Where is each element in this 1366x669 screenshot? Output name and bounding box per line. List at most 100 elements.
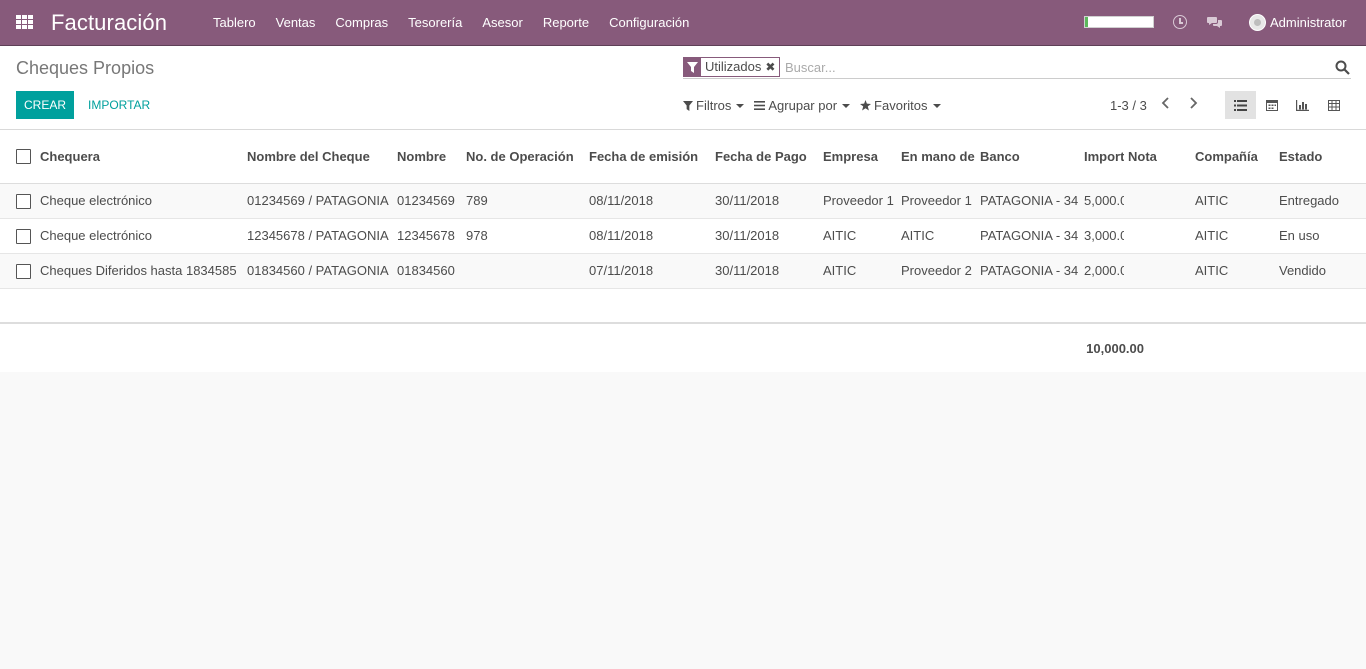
main-menu: Tablero Ventas Compras Tesorería Asesor … xyxy=(203,0,699,46)
star-icon xyxy=(860,100,872,111)
pager-previous-icon[interactable] xyxy=(1161,96,1175,112)
list-bars-icon xyxy=(754,101,766,110)
cell-chequera: Cheque electrónico xyxy=(36,218,243,254)
cell-operacion: 789 xyxy=(462,183,585,219)
cell-banco: PATAGONIA - 34 xyxy=(976,218,1080,254)
table-row[interactable]: Cheque electrónico 01234569 / PATAGONIA … xyxy=(0,183,1366,219)
column-header[interactable]: No. de Operación xyxy=(462,130,585,184)
cell-importe: 3,000.00 xyxy=(1080,218,1124,254)
cell-operacion xyxy=(462,253,585,289)
column-header[interactable]: En mano de xyxy=(897,130,976,184)
import-button[interactable]: IMPORTAR xyxy=(84,91,154,119)
view-switcher xyxy=(1225,91,1349,119)
cell-banco: PATAGONIA - 34 xyxy=(976,183,1080,219)
row-checkbox[interactable] xyxy=(0,183,36,219)
search-input[interactable] xyxy=(785,58,1325,76)
table-footer-divider xyxy=(0,322,1366,324)
select-all-checkbox[interactable] xyxy=(0,130,36,184)
control-panel: Cheques Propios CREAR IMPORTAR Utilizado… xyxy=(0,46,1366,130)
list-view-icon[interactable] xyxy=(1225,91,1256,119)
cell-fecha-emision: 07/11/2018 xyxy=(585,253,711,289)
chat-icon[interactable] xyxy=(1207,16,1223,28)
table-row[interactable]: Cheque electrónico 12345678 / PATAGONIA … xyxy=(0,218,1366,254)
groupby-dropdown[interactable]: Agrupar por xyxy=(754,98,851,113)
column-header[interactable]: Fecha de Pago xyxy=(711,130,819,184)
cell-empresa: AITIC xyxy=(819,253,897,289)
table-row[interactable]: Cheques Diferidos hasta 1834585 01834560… xyxy=(0,253,1366,289)
apps-grid-icon[interactable] xyxy=(16,15,33,29)
breadcrumb: Cheques Propios xyxy=(16,58,155,78)
graph-view-icon[interactable] xyxy=(1287,91,1318,119)
clock-icon[interactable] xyxy=(1173,15,1187,29)
menu-item-tablero[interactable]: Tablero xyxy=(203,0,266,46)
cell-compania: AITIC xyxy=(1191,218,1275,254)
column-header[interactable]: Nombre xyxy=(393,130,462,184)
filters-label: Filtros xyxy=(696,98,732,113)
cell-operacion: 978 xyxy=(462,218,585,254)
cell-nombre-cheque: 01834560 / PATAGONIA xyxy=(243,253,393,289)
column-header[interactable]: Estado xyxy=(1275,130,1366,184)
menu-item-reporte[interactable]: Reporte xyxy=(533,0,599,46)
cell-importe: 5,000.00 xyxy=(1080,183,1124,219)
user-menu-name[interactable]: Administrator xyxy=(1270,15,1347,30)
search-icon[interactable] xyxy=(1335,60,1350,75)
column-header[interactable]: Importe xyxy=(1080,130,1124,184)
pivot-view-icon[interactable] xyxy=(1318,91,1349,119)
pager-value[interactable]: 1-3 / 3 xyxy=(1110,98,1147,113)
cell-compania: AITIC xyxy=(1191,253,1275,289)
progress-bar[interactable] xyxy=(1084,16,1154,28)
row-checkbox[interactable] xyxy=(0,253,36,289)
column-header[interactable]: Banco xyxy=(976,130,1080,184)
create-button[interactable]: CREAR xyxy=(16,91,74,119)
cell-nombre-cheque: 01234569 / PATAGONIA xyxy=(243,183,393,219)
caret-down-icon xyxy=(842,103,851,108)
search-box: Utilizados ✖ xyxy=(683,56,1351,79)
column-header[interactable]: Chequera xyxy=(36,130,243,184)
table-header-row: Chequera Nombre del Cheque Nombre No. de… xyxy=(0,130,1366,184)
cell-nota xyxy=(1124,253,1191,289)
groupby-label: Agrupar por xyxy=(768,98,838,113)
filter-icon xyxy=(684,58,701,76)
facet-remove-icon[interactable]: ✖ xyxy=(765,58,779,76)
cell-banco: PATAGONIA - 34 xyxy=(976,253,1080,289)
column-header[interactable]: Empresa xyxy=(819,130,897,184)
cell-estado: Vendido xyxy=(1275,253,1366,289)
cell-compania: AITIC xyxy=(1191,183,1275,219)
pager-next-icon[interactable] xyxy=(1188,96,1202,112)
avatar[interactable] xyxy=(1249,14,1266,31)
cheques-table: Chequera Nombre del Cheque Nombre No. de… xyxy=(0,130,1366,289)
cell-fecha-emision: 08/11/2018 xyxy=(585,218,711,254)
column-header[interactable]: Fecha de emisión xyxy=(585,130,711,184)
menu-item-tesoreria[interactable]: Tesorería xyxy=(398,0,472,46)
column-header[interactable]: Nombre del Cheque xyxy=(243,130,393,184)
cell-en-mano-de: Proveedor 2 xyxy=(897,253,976,289)
filters-dropdown[interactable]: Filtros xyxy=(683,98,745,113)
cell-chequera: Cheques Diferidos hasta 1834585 xyxy=(36,253,243,289)
search-facet: Utilizados ✖ xyxy=(683,57,781,77)
cell-fecha-pago: 30/11/2018 xyxy=(711,183,819,219)
filter-icon xyxy=(683,100,693,111)
menu-item-compras[interactable]: Compras xyxy=(325,0,398,46)
menu-item-asesor[interactable]: Asesor xyxy=(472,0,532,46)
cell-en-mano-de: AITIC xyxy=(897,218,976,254)
top-navbar: Facturación Tablero Ventas Compras Tesor… xyxy=(0,0,1366,46)
favorites-dropdown[interactable]: Favoritos xyxy=(860,98,941,113)
cell-chequera: Cheque electrónico xyxy=(36,183,243,219)
cell-estado: En uso xyxy=(1275,218,1366,254)
importe-total: 10,000.00 xyxy=(1086,341,1144,356)
cell-fecha-pago: 30/11/2018 xyxy=(711,218,819,254)
facet-value: Utilizados xyxy=(705,59,762,74)
column-header[interactable]: Compañía xyxy=(1191,130,1275,184)
caret-down-icon xyxy=(932,103,941,108)
cell-estado: Entregado xyxy=(1275,183,1366,219)
row-checkbox[interactable] xyxy=(0,218,36,254)
list-view: Chequera Nombre del Cheque Nombre No. de… xyxy=(0,130,1366,372)
cell-nota xyxy=(1124,218,1191,254)
app-brand[interactable]: Facturación xyxy=(51,10,167,36)
menu-item-configuracion[interactable]: Configuración xyxy=(599,0,699,46)
cell-en-mano-de: Proveedor 1 xyxy=(897,183,976,219)
calendar-view-icon[interactable] xyxy=(1256,91,1287,119)
column-header[interactable]: Nota xyxy=(1124,130,1191,184)
menu-item-ventas[interactable]: Ventas xyxy=(266,0,326,46)
search-options: Filtros Agrupar por Favoritos xyxy=(683,98,941,113)
